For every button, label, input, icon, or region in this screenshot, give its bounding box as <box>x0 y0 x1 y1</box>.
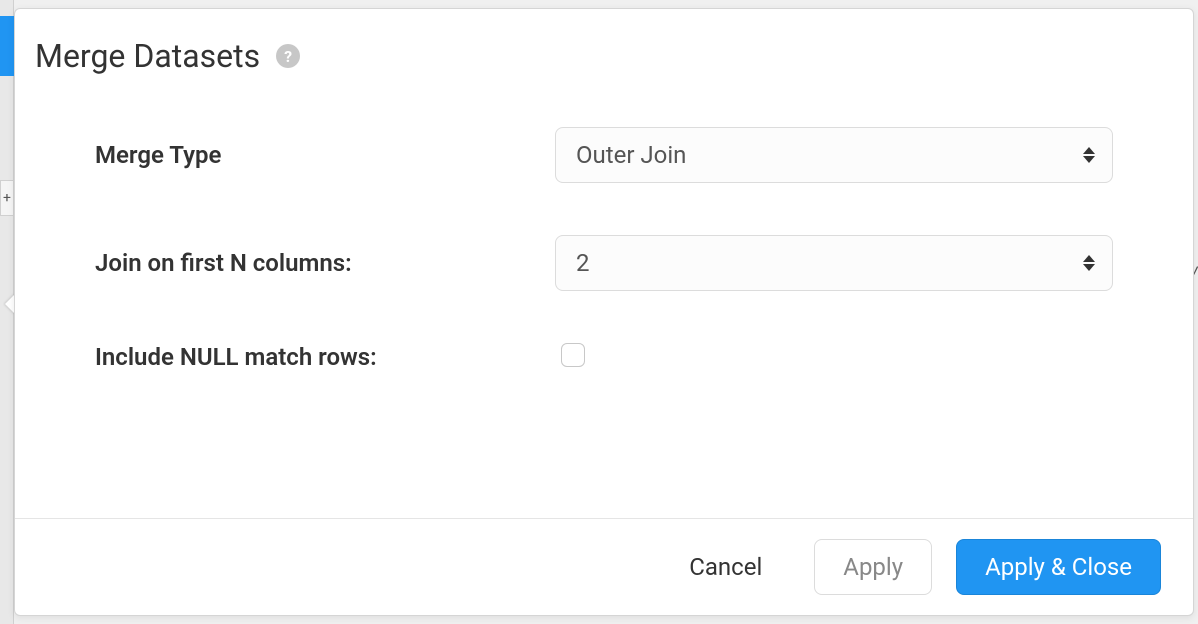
dialog-footer: Cancel Apply Apply & Close <box>15 518 1193 615</box>
active-tab-indicator <box>0 16 14 76</box>
merge-type-label: Merge Type <box>95 141 555 169</box>
join-columns-label: Join on first N columns: <box>95 249 555 277</box>
dialog-title: Merge Datasets <box>35 37 260 75</box>
help-icon[interactable]: ? <box>276 44 300 68</box>
include-null-row: Include NULL match rows: <box>95 343 1113 371</box>
apply-button[interactable]: Apply <box>814 539 932 595</box>
merge-datasets-dialog: Merge Datasets ? Merge Type Outer Join J… <box>14 8 1194 616</box>
include-null-control-wrap <box>555 343 1113 371</box>
apply-close-button[interactable]: Apply & Close <box>956 539 1161 595</box>
join-columns-control-wrap: 2 <box>555 235 1113 291</box>
dialog-body: Merge Type Outer Join Join on first N co… <box>15 83 1193 518</box>
include-null-label: Include NULL match rows: <box>95 343 555 371</box>
join-columns-row: Join on first N columns: 2 <box>95 235 1113 291</box>
cancel-button[interactable]: Cancel <box>661 539 790 595</box>
merge-type-select[interactable]: Outer Join <box>555 127 1113 183</box>
add-tab-button[interactable]: + <box>0 180 14 216</box>
include-null-checkbox[interactable] <box>561 343 585 367</box>
dialog-header: Merge Datasets ? <box>15 9 1193 83</box>
merge-type-control-wrap: Outer Join <box>555 127 1113 183</box>
join-columns-select[interactable]: 2 <box>555 235 1113 291</box>
merge-type-row: Merge Type Outer Join <box>95 127 1113 183</box>
